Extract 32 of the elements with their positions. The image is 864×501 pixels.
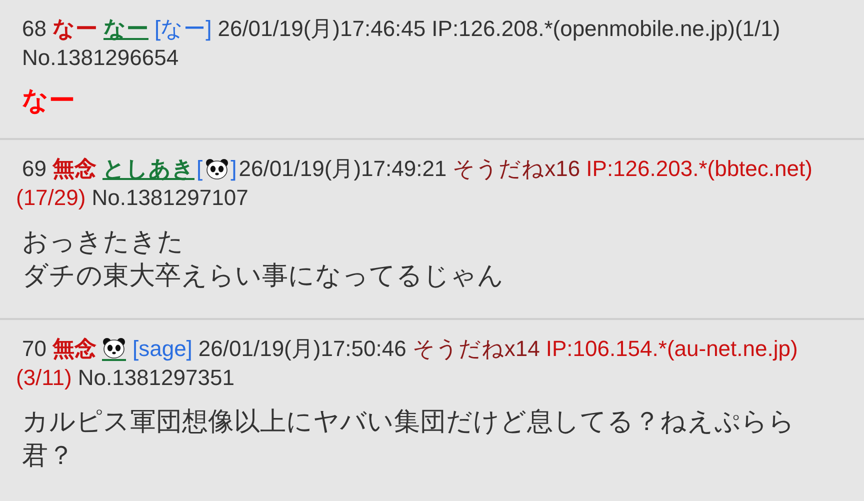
post-title: 無念: [52, 155, 96, 183]
post-count: (3/11): [16, 364, 72, 392]
mail-field: [sage]: [132, 334, 192, 363]
soudane-count[interactable]: そうだねx16: [452, 154, 580, 183]
bracket: ]: [230, 155, 237, 183]
ip-address: IP:126.208.*(openmobile.ne.jp): [432, 15, 735, 43]
comment-text: おっきたきた: [22, 225, 185, 258]
post-count: (17/29): [16, 184, 86, 212]
post-count: (1/1): [734, 15, 780, 43]
post-number: 68: [22, 15, 46, 43]
panda-icon: [204, 158, 229, 180]
comment-text: カルピス軍団想像以上にヤバい集団だけど息してる？ねえぷらら君？: [22, 405, 796, 472]
ip-address: IP:126.203.*(bbtec.net): [586, 155, 812, 183]
comment-text: なー: [22, 84, 76, 116]
poster-name-link[interactable]: なー: [103, 14, 148, 43]
post-id: No.1381296654: [22, 44, 179, 72]
post-date: 26/01/19(月)17:50:46: [198, 335, 406, 363]
post-title: 無念: [52, 335, 96, 363]
panda-icon[interactable]: [102, 336, 126, 360]
post-date: 26/01/19(月)17:49:21: [238, 155, 447, 183]
post-title: なー: [52, 15, 98, 43]
post-id: No.1381297107: [92, 184, 248, 212]
post-number: 69: [22, 155, 46, 183]
comment-text: ダチの東大卒えらい事になってるじゃん: [22, 259, 505, 292]
mail-field: [なー]: [154, 14, 212, 43]
soudane-count[interactable]: そうだねx14: [412, 334, 540, 363]
poster-name-link[interactable]: としあき: [102, 154, 194, 183]
post-number: 70: [22, 335, 46, 363]
post-id: No.1381297351: [78, 364, 234, 392]
ip-address: IP:106.154.*(au-net.ne.jp): [546, 335, 798, 363]
post-date: 26/01/19(月)17:46:45: [218, 15, 426, 43]
bracket: [: [196, 155, 203, 183]
